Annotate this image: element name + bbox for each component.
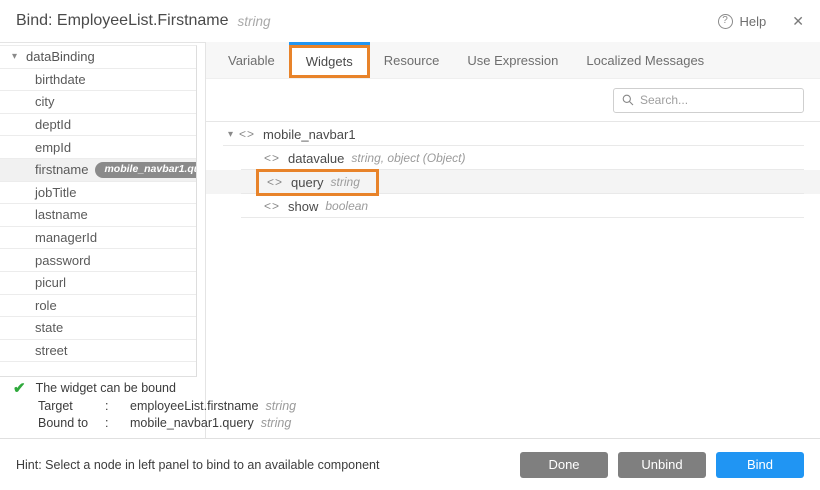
status-text: The widget can be bound — [36, 381, 176, 396]
tree-node-label: mobile_navbar1 — [263, 127, 356, 142]
page-title: Bind: EmployeeList.Firstname — [16, 12, 229, 30]
tree-node-type: boolean — [325, 199, 368, 213]
tree-node-label: query — [291, 175, 324, 190]
sidebar-item-birthdate[interactable]: birthdate — [0, 69, 196, 92]
sidebar-item-role[interactable]: role — [0, 295, 196, 318]
sidebar-item-label: deptId — [35, 117, 71, 132]
summary-target-row: Target : employeeList.firstname string — [0, 399, 500, 413]
sidebar-item-label: street — [35, 343, 68, 358]
sidebar-item-firstname[interactable]: firstname mobile_navbar1.query — [0, 159, 196, 182]
sidebar-item-jobtitle[interactable]: jobTitle — [0, 182, 196, 205]
tab-label: Variable — [228, 53, 275, 68]
tab-localized-messages[interactable]: Localized Messages — [572, 42, 718, 78]
sidebar-root-databinding[interactable]: ▾ dataBinding — [0, 46, 196, 69]
sidebar-item-label: firstname — [35, 162, 88, 177]
summary-label: Target — [38, 399, 105, 413]
help-label: Help — [740, 14, 767, 29]
summary-colon: : — [105, 416, 130, 430]
tree-node-label: show — [288, 199, 318, 214]
bind-dialog: Bind: EmployeeList.Firstname string ? He… — [0, 0, 820, 490]
tree-node-show[interactable]: <> show boolean — [206, 194, 820, 218]
sidebar-item-managerid[interactable]: managerId — [0, 227, 196, 250]
code-tag-icon: <> — [267, 175, 283, 189]
sidebar-item-empid[interactable]: empId — [0, 136, 196, 159]
summary-value: employeeList.firstname — [130, 399, 259, 413]
summary-value-type: string — [266, 399, 297, 413]
sidebar-item-label: managerId — [35, 230, 97, 245]
search-icon — [622, 94, 634, 106]
summary-value: mobile_navbar1.query — [130, 416, 254, 430]
sidebar-item-label: state — [35, 320, 63, 335]
binding-summary: ✔ The widget can be bound Target : emplo… — [0, 381, 500, 430]
hint-text: Hint: Select a node in left panel to bin… — [16, 458, 379, 472]
sidebar-item-label: city — [35, 94, 55, 109]
tree-node-mobile-navbar1[interactable]: ▾ <> mobile_navbar1 — [206, 122, 820, 146]
search-row — [206, 79, 820, 122]
tab-widgets[interactable]: Widgets — [289, 45, 370, 78]
tree-node-datavalue[interactable]: <> datavalue string, object (Object) — [206, 146, 820, 170]
header-actions: ? Help ✕ — [718, 13, 804, 30]
tree-node-type: string — [331, 175, 360, 189]
widget-tree: ▾ <> mobile_navbar1 <> datavalue string,… — [206, 122, 820, 218]
binding-target-panel: Variable Widgets Resource Use Expression… — [205, 42, 820, 438]
sidebar-item-label: lastname — [35, 207, 88, 222]
sidebar-item-label: password — [35, 253, 91, 268]
footer-buttons: Done Unbind Bind — [520, 452, 804, 478]
help-icon: ? — [718, 14, 733, 29]
active-tab-indicator — [289, 42, 370, 45]
tab-label: Use Expression — [467, 53, 558, 68]
sidebar-item-password[interactable]: password — [0, 249, 196, 272]
tree-node-query[interactable]: <> query string — [206, 170, 820, 194]
sidebar-item-label: picurl — [35, 275, 66, 290]
summary-colon: : — [105, 399, 130, 413]
tree-node-type: string, object (Object) — [351, 151, 465, 165]
help-button[interactable]: ? Help — [718, 14, 767, 29]
tab-variable[interactable]: Variable — [214, 42, 289, 78]
sidebar-item-clipped — [0, 362, 196, 375]
close-icon[interactable]: ✕ — [792, 13, 804, 30]
binding-badge: mobile_navbar1.query — [95, 162, 197, 178]
dialog-footer: Hint: Select a node in left panel to bin… — [0, 438, 820, 490]
tab-resource[interactable]: Resource — [370, 42, 454, 78]
sidebar-item-lastname[interactable]: lastname — [0, 204, 196, 227]
code-tag-icon: <> — [264, 151, 280, 165]
sidebar-item-picurl[interactable]: picurl — [0, 272, 196, 295]
summary-boundto-row: Bound to : mobile_navbar1.query string — [0, 416, 500, 430]
sidebar-root-label: dataBinding — [26, 49, 95, 64]
sidebar-item-label: birthdate — [35, 72, 86, 87]
code-tag-icon: <> — [264, 199, 280, 213]
search-input[interactable] — [640, 93, 795, 107]
tree-node-label: datavalue — [288, 151, 344, 166]
search-box[interactable] — [613, 88, 804, 113]
page-title-type: string — [238, 14, 271, 29]
caret-down-icon[interactable]: ▾ — [228, 129, 233, 140]
sidebar-item-street[interactable]: street — [0, 340, 196, 363]
tab-label: Localized Messages — [586, 53, 704, 68]
sidebar-item-label: role — [35, 298, 57, 313]
sidebar-item-label: jobTitle — [35, 185, 76, 200]
status-line: ✔ The widget can be bound — [0, 381, 500, 396]
caret-down-icon[interactable]: ▾ — [12, 51, 17, 62]
sidebar-item-city[interactable]: city — [0, 91, 196, 114]
sidebar-item-state[interactable]: state — [0, 317, 196, 340]
annotation-highlight-query: <> query string — [256, 169, 379, 196]
tab-label: Resource — [384, 53, 440, 68]
sidebar-item-label: empId — [35, 140, 71, 155]
code-tag-icon: <> — [239, 127, 255, 141]
bind-button[interactable]: Bind — [716, 452, 804, 478]
summary-value-type: string — [261, 416, 292, 430]
tab-bar: Variable Widgets Resource Use Expression… — [206, 42, 820, 79]
tab-use-expression[interactable]: Use Expression — [453, 42, 572, 78]
dialog-header: Bind: EmployeeList.Firstname string ? He… — [0, 0, 820, 43]
tab-label: Widgets — [306, 54, 353, 69]
binding-sidebar: ▾ dataBinding birthdate city deptId empI… — [0, 45, 197, 377]
done-button[interactable]: Done — [520, 452, 608, 478]
summary-label: Bound to — [38, 416, 105, 430]
unbind-button[interactable]: Unbind — [618, 452, 706, 478]
check-icon: ✔ — [13, 381, 26, 396]
sidebar-item-deptid[interactable]: deptId — [0, 114, 196, 137]
